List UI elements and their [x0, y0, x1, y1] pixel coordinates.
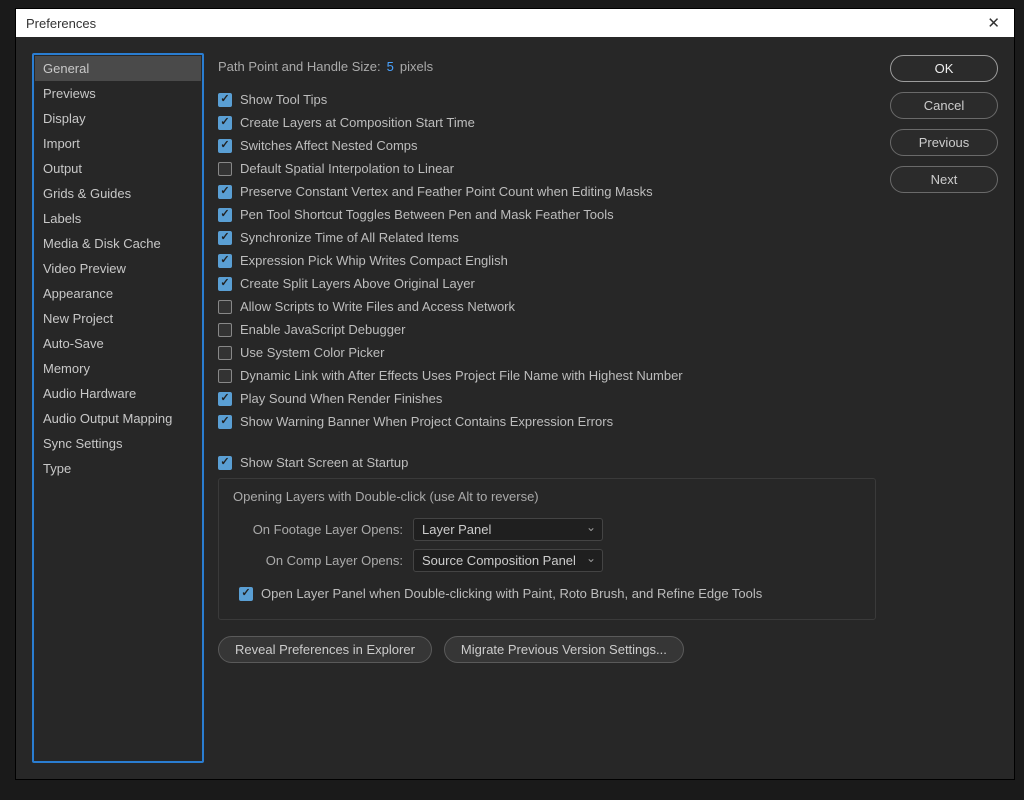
checkbox-label: Play Sound When Render Finishes — [240, 391, 442, 406]
checkbox[interactable] — [218, 93, 232, 107]
sidebar-item-video-preview[interactable]: Video Preview — [35, 256, 201, 281]
checkbox-label: Create Layers at Composition Start Time — [240, 115, 475, 130]
sidebar-item-labels[interactable]: Labels — [35, 206, 201, 231]
sidebar-item-new-project[interactable]: New Project — [35, 306, 201, 331]
check-row: Use System Color Picker — [218, 341, 876, 364]
sidebar-item-audio-hardware[interactable]: Audio Hardware — [35, 381, 201, 406]
checkbox[interactable] — [218, 277, 232, 291]
checkbox[interactable] — [218, 231, 232, 245]
startup-check-row: Show Start Screen at Startup — [218, 451, 876, 474]
footage-layer-value: Layer Panel — [422, 522, 491, 537]
check-row: Allow Scripts to Write Files and Access … — [218, 295, 876, 318]
check-row: Create Split Layers Above Original Layer — [218, 272, 876, 295]
check-row: Synchronize Time of All Related Items — [218, 226, 876, 249]
checkbox-label: Create Split Layers Above Original Layer — [240, 276, 475, 291]
dialog-title: Preferences — [26, 16, 96, 31]
ok-button[interactable]: OK — [890, 55, 998, 82]
open-layer-panel-label: Open Layer Panel when Double-clicking wi… — [261, 586, 762, 601]
sidebar-item-audio-output-mapping[interactable]: Audio Output Mapping — [35, 406, 201, 431]
check-row: Create Layers at Composition Start Time — [218, 111, 876, 134]
checkbox[interactable] — [218, 323, 232, 337]
checkbox[interactable] — [218, 162, 232, 176]
sidebar-item-import[interactable]: Import — [35, 131, 201, 156]
check-row: Dynamic Link with After Effects Uses Pro… — [218, 364, 876, 387]
checkbox[interactable] — [218, 208, 232, 222]
check-row: Expression Pick Whip Writes Compact Engl… — [218, 249, 876, 272]
bottom-button-row: Reveal Preferences in Explorer Migrate P… — [218, 636, 876, 663]
show-start-screen-label: Show Start Screen at Startup — [240, 455, 408, 470]
settings-panel: Path Point and Handle Size: 5 pixels Sho… — [218, 53, 876, 763]
checkbox-label: Switches Affect Nested Comps — [240, 138, 418, 153]
path-point-unit: pixels — [400, 59, 433, 74]
sidebar-item-display[interactable]: Display — [35, 106, 201, 131]
titlebar: Preferences ✕ — [16, 9, 1014, 37]
sidebar-item-output[interactable]: Output — [35, 156, 201, 181]
path-point-label: Path Point and Handle Size: — [218, 59, 381, 74]
checkbox-label: Pen Tool Shortcut Toggles Between Pen an… — [240, 207, 614, 222]
checkbox[interactable] — [218, 185, 232, 199]
check-row: Preserve Constant Vertex and Feather Poi… — [218, 180, 876, 203]
sidebar-item-sync-settings[interactable]: Sync Settings — [35, 431, 201, 456]
checkbox-label: Synchronize Time of All Related Items — [240, 230, 459, 245]
checkbox-label: Show Tool Tips — [240, 92, 327, 107]
main-area: Path Point and Handle Size: 5 pixels Sho… — [218, 53, 998, 763]
migrate-settings-button[interactable]: Migrate Previous Version Settings... — [444, 636, 684, 663]
double-click-fieldset: Opening Layers with Double-click (use Al… — [218, 478, 876, 620]
checkbox[interactable] — [218, 415, 232, 429]
checkbox-label: Default Spatial Interpolation to Linear — [240, 161, 454, 176]
sidebar-item-auto-save[interactable]: Auto-Save — [35, 331, 201, 356]
checkbox[interactable] — [218, 139, 232, 153]
path-point-value[interactable]: 5 — [387, 59, 394, 74]
sidebar-item-grids-guides[interactable]: Grids & Guides — [35, 181, 201, 206]
close-icon[interactable]: ✕ — [981, 12, 1006, 34]
check-row: Play Sound When Render Finishes — [218, 387, 876, 410]
checkbox[interactable] — [218, 300, 232, 314]
reveal-preferences-button[interactable]: Reveal Preferences in Explorer — [218, 636, 432, 663]
footage-layer-row: On Footage Layer Opens: Layer Panel — [233, 514, 861, 545]
checkbox-label: Dynamic Link with After Effects Uses Pro… — [240, 368, 683, 383]
open-layer-panel-row: Open Layer Panel when Double-clicking wi… — [233, 582, 861, 605]
checkbox-label: Use System Color Picker — [240, 345, 384, 360]
checkbox[interactable] — [218, 116, 232, 130]
checkbox-label: Expression Pick Whip Writes Compact Engl… — [240, 253, 508, 268]
dialog-body: GeneralPreviewsDisplayImportOutputGrids … — [16, 37, 1014, 779]
checkbox-label: Show Warning Banner When Project Contain… — [240, 414, 613, 429]
previous-button[interactable]: Previous — [890, 129, 998, 156]
check-row: Pen Tool Shortcut Toggles Between Pen an… — [218, 203, 876, 226]
checkbox[interactable] — [218, 346, 232, 360]
preferences-dialog: Preferences ✕ GeneralPreviewsDisplayImpo… — [15, 8, 1015, 780]
general-checkboxes: Show Tool Tips Create Layers at Compositi… — [218, 88, 876, 433]
next-button[interactable]: Next — [890, 166, 998, 193]
sidebar-item-general[interactable]: General — [35, 56, 201, 81]
path-point-row: Path Point and Handle Size: 5 pixels — [218, 59, 876, 74]
footage-layer-label: On Footage Layer Opens: — [233, 522, 403, 537]
sidebar-item-type[interactable]: Type — [35, 456, 201, 481]
checkbox[interactable] — [218, 392, 232, 406]
sidebar-item-appearance[interactable]: Appearance — [35, 281, 201, 306]
show-start-screen-checkbox[interactable] — [218, 456, 232, 470]
checkbox-label: Preserve Constant Vertex and Feather Poi… — [240, 184, 653, 199]
check-row: Show Tool Tips — [218, 88, 876, 111]
cancel-button[interactable]: Cancel — [890, 92, 998, 119]
sidebar-item-previews[interactable]: Previews — [35, 81, 201, 106]
checkbox[interactable] — [218, 369, 232, 383]
sidebar-item-memory[interactable]: Memory — [35, 356, 201, 381]
comp-layer-value: Source Composition Panel — [422, 553, 576, 568]
sidebar-item-media-disk-cache[interactable]: Media & Disk Cache — [35, 231, 201, 256]
fieldset-legend: Opening Layers with Double-click (use Al… — [233, 489, 861, 504]
check-row: Default Spatial Interpolation to Linear — [218, 157, 876, 180]
category-sidebar: GeneralPreviewsDisplayImportOutputGrids … — [32, 53, 204, 763]
check-row: Enable JavaScript Debugger — [218, 318, 876, 341]
comp-layer-label: On Comp Layer Opens: — [233, 553, 403, 568]
comp-layer-select[interactable]: Source Composition Panel — [413, 549, 603, 572]
checkbox-label: Allow Scripts to Write Files and Access … — [240, 299, 515, 314]
check-row: Switches Affect Nested Comps — [218, 134, 876, 157]
footage-layer-select[interactable]: Layer Panel — [413, 518, 603, 541]
right-button-column: OK Cancel Previous Next — [890, 53, 998, 763]
checkbox-label: Enable JavaScript Debugger — [240, 322, 406, 337]
comp-layer-row: On Comp Layer Opens: Source Composition … — [233, 545, 861, 576]
checkbox[interactable] — [218, 254, 232, 268]
check-row: Show Warning Banner When Project Contain… — [218, 410, 876, 433]
open-layer-panel-checkbox[interactable] — [239, 587, 253, 601]
